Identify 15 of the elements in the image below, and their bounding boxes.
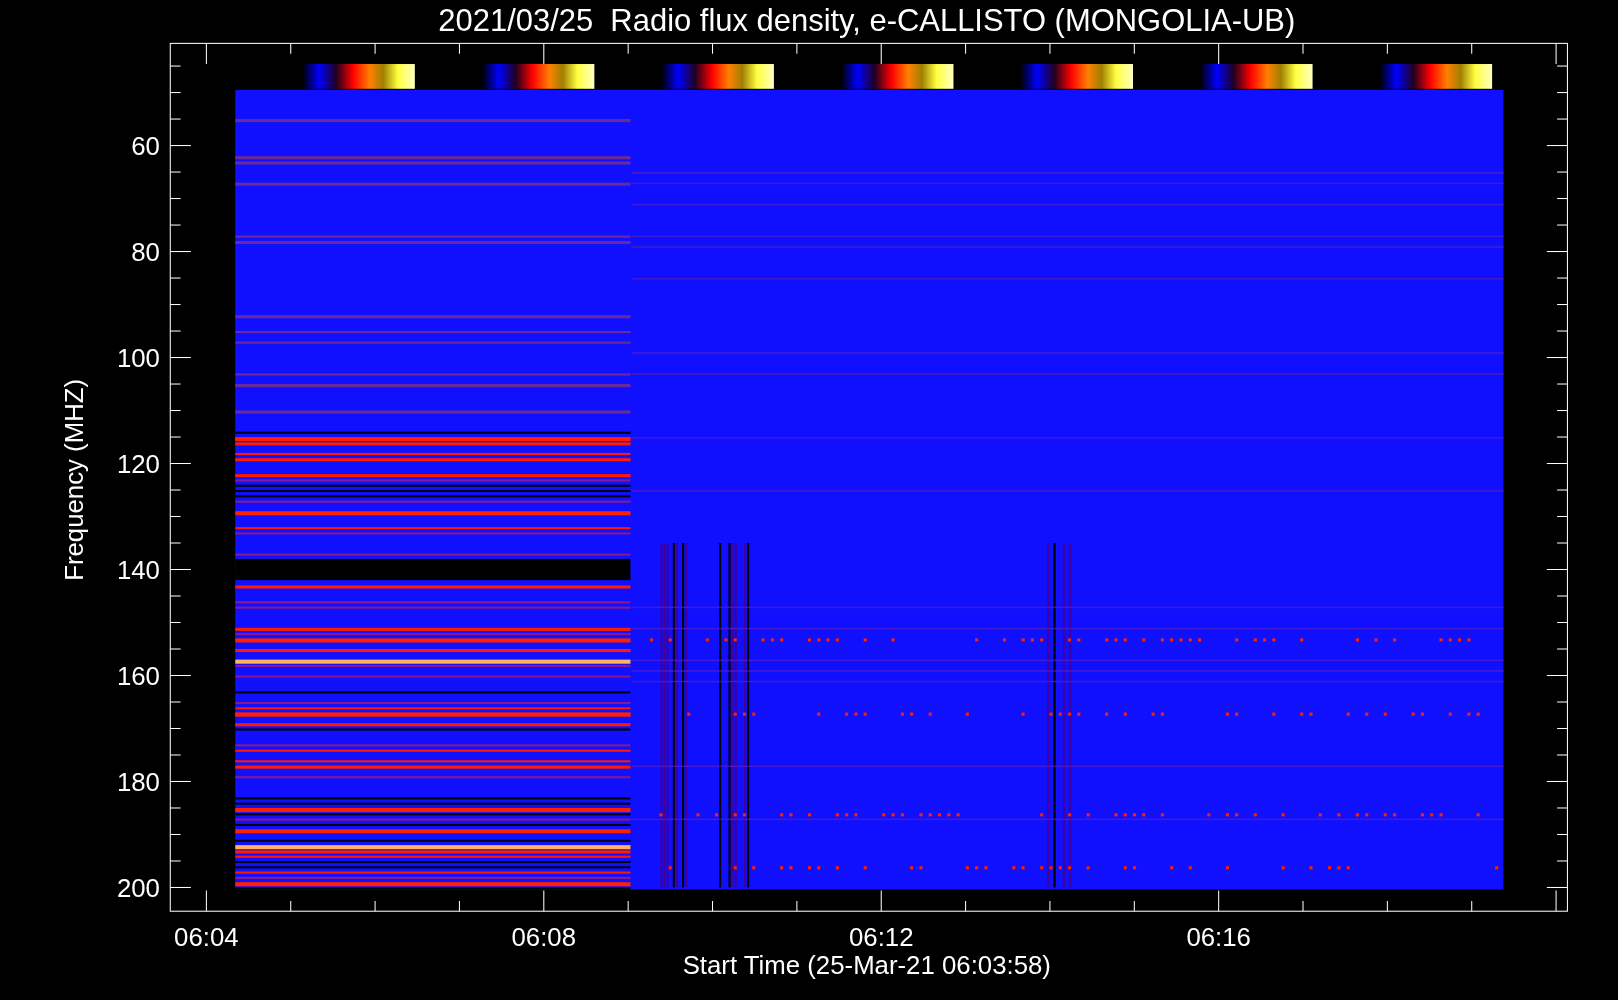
x-axis-label: Start Time (25-Mar-21 06:03:58) xyxy=(682,951,1051,980)
y-tick-label: 160 xyxy=(116,661,160,690)
y-tick-label: 140 xyxy=(116,555,160,584)
x-tick-label: 06:04 xyxy=(174,923,239,952)
x-tick-label: 06:12 xyxy=(848,923,914,952)
y-tick-label: 80 xyxy=(131,237,160,266)
y-axis-label: Frequency (MHZ) xyxy=(59,378,88,581)
y-tick-label: 120 xyxy=(116,449,160,478)
y-tick-label: 180 xyxy=(116,767,160,796)
y-tick-label: 200 xyxy=(116,873,160,902)
x-tick-label: 06:08 xyxy=(511,923,577,952)
y-tick-label: 60 xyxy=(131,131,160,160)
y-tick-label: 100 xyxy=(116,343,160,372)
chart-title: 2021/03/25 Radio flux density, e-CALLISTO (MONGOLIA-UB) xyxy=(438,3,1296,38)
x-tick-label: 06:16 xyxy=(1186,923,1251,952)
